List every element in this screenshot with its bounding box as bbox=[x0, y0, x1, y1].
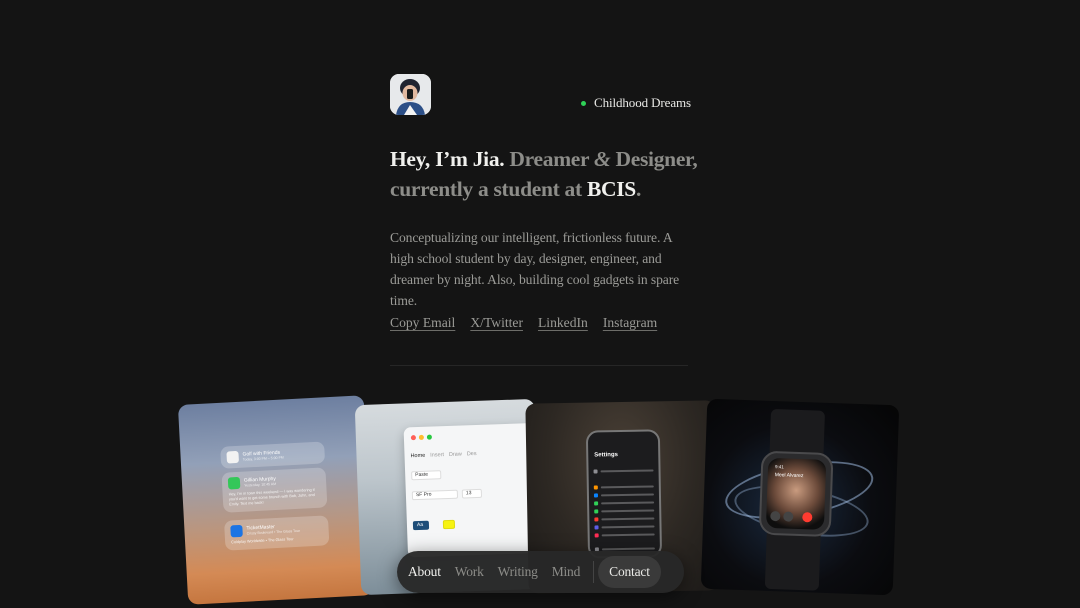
headline-greeting: Hey, I’m Jia. bbox=[390, 147, 505, 171]
watch-mockup: 9:41 Meel Alvarez bbox=[758, 450, 834, 538]
settings-row bbox=[600, 492, 654, 496]
settings-row-icon bbox=[594, 508, 599, 513]
headline-line2-prefix: currently a student at bbox=[390, 177, 582, 201]
end-call-icon bbox=[802, 512, 813, 523]
settings-row bbox=[601, 500, 655, 504]
font-select: SF Pro bbox=[411, 489, 459, 501]
contact-button[interactable]: Contact bbox=[598, 556, 661, 588]
settings-row bbox=[601, 546, 655, 550]
watch-project-card[interactable]: 9:41 Meel Alvarez bbox=[700, 398, 900, 596]
font-size-select: 13 bbox=[461, 488, 483, 499]
editor-tab: Draw bbox=[448, 451, 462, 458]
headline-period: . bbox=[635, 177, 642, 201]
copy-email-link[interactable]: Copy Email bbox=[390, 315, 455, 331]
phone-screen-title: Settings bbox=[594, 452, 618, 459]
headline: Hey, I’m Jia. Dreamer & Designer, curren… bbox=[390, 144, 710, 204]
nav-mind[interactable]: Mind bbox=[545, 556, 587, 588]
settings-row-icon bbox=[594, 500, 599, 505]
speaker-icon bbox=[770, 510, 781, 522]
editor-tab: Home bbox=[410, 452, 426, 460]
social-links: Copy Email X/Twitter LinkedIn Instagram bbox=[390, 315, 657, 331]
settings-row bbox=[601, 516, 655, 520]
notification-body: Hey, I'm in town this weekend — I was wo… bbox=[228, 487, 315, 507]
status-label: Childhood Dreams bbox=[594, 95, 691, 110]
editor-tabs: Home Insert Draw Des bbox=[410, 451, 476, 459]
settings-row-icon bbox=[593, 484, 598, 489]
highlighter-icon bbox=[442, 519, 456, 530]
headline-school: BCIS bbox=[586, 177, 636, 201]
watch-strap bbox=[764, 528, 821, 591]
headline-ampersand: & bbox=[593, 147, 611, 171]
watch-face: 9:41 Meel Alvarez bbox=[765, 457, 827, 530]
close-dot-icon bbox=[410, 435, 416, 441]
editor-tab: Insert bbox=[430, 452, 445, 459]
avatar bbox=[390, 74, 431, 115]
nav-about[interactable]: About bbox=[401, 556, 448, 588]
avatar-portrait-image bbox=[390, 74, 431, 115]
notification-body: Coldplay Worldwide • The Glass Tour bbox=[231, 537, 294, 545]
settings-row bbox=[601, 508, 655, 512]
mail-icon bbox=[230, 524, 243, 538]
status-indicator: Childhood Dreams bbox=[581, 95, 691, 111]
settings-row bbox=[600, 484, 654, 488]
calendar-icon bbox=[226, 450, 240, 464]
watch-caller-name: Meel Alvarez bbox=[774, 472, 804, 480]
zoom-dot-icon bbox=[426, 434, 432, 440]
section-divider bbox=[390, 365, 688, 366]
nav-writing[interactable]: Writing bbox=[491, 556, 545, 588]
video-icon bbox=[783, 511, 794, 522]
watch-time: 9:41 bbox=[774, 464, 784, 470]
minimize-dot-icon bbox=[418, 434, 424, 440]
settings-row-icon bbox=[594, 516, 599, 521]
settings-row bbox=[601, 532, 655, 536]
nav-work[interactable]: Work bbox=[448, 556, 491, 588]
x-twitter-link[interactable]: X/Twitter bbox=[470, 315, 523, 331]
paste-button: Paste bbox=[411, 470, 442, 481]
settings-row-icon bbox=[594, 524, 599, 529]
settings-row bbox=[600, 468, 654, 472]
text-style-button: Aa bbox=[412, 520, 430, 531]
instagram-link[interactable]: Instagram bbox=[603, 315, 657, 331]
settings-row-icon bbox=[593, 468, 598, 473]
phone-mockup: Settings bbox=[585, 429, 663, 559]
notification-subtitle: Yesterday, 10:45 AM bbox=[244, 481, 277, 488]
settings-row bbox=[601, 524, 655, 528]
settings-row-icon bbox=[594, 532, 599, 537]
bottom-nav: About Work Writing Mind Contact bbox=[397, 551, 684, 593]
notifications-project-card[interactable]: Golf with Friends Today, 3:00 PM – 5:00 … bbox=[177, 395, 375, 605]
notification-item: TicketMaster Crissy Boulevard • The Glas… bbox=[224, 515, 330, 551]
editor-tab: Des bbox=[466, 450, 477, 458]
headline-role-b: Designer, bbox=[615, 147, 698, 171]
status-dot-icon bbox=[581, 100, 586, 106]
settings-row-icon bbox=[593, 492, 598, 497]
nav-divider bbox=[593, 561, 595, 583]
notification-item: Gillian Murphy Yesterday, 10:45 AM Hey, … bbox=[221, 467, 328, 513]
headline-role-a: Dreamer bbox=[509, 147, 589, 171]
messages-icon bbox=[227, 476, 241, 490]
bio-paragraph: Conceptualizing our intelligent, frictio… bbox=[390, 230, 680, 308]
editor-window: Home Insert Draw Des Paste SF Pro 13 Aa bbox=[403, 422, 539, 558]
notification-item: Golf with Friends Today, 3:00 PM – 5:00 … bbox=[220, 441, 326, 469]
linkedin-link[interactable]: LinkedIn bbox=[538, 315, 588, 331]
